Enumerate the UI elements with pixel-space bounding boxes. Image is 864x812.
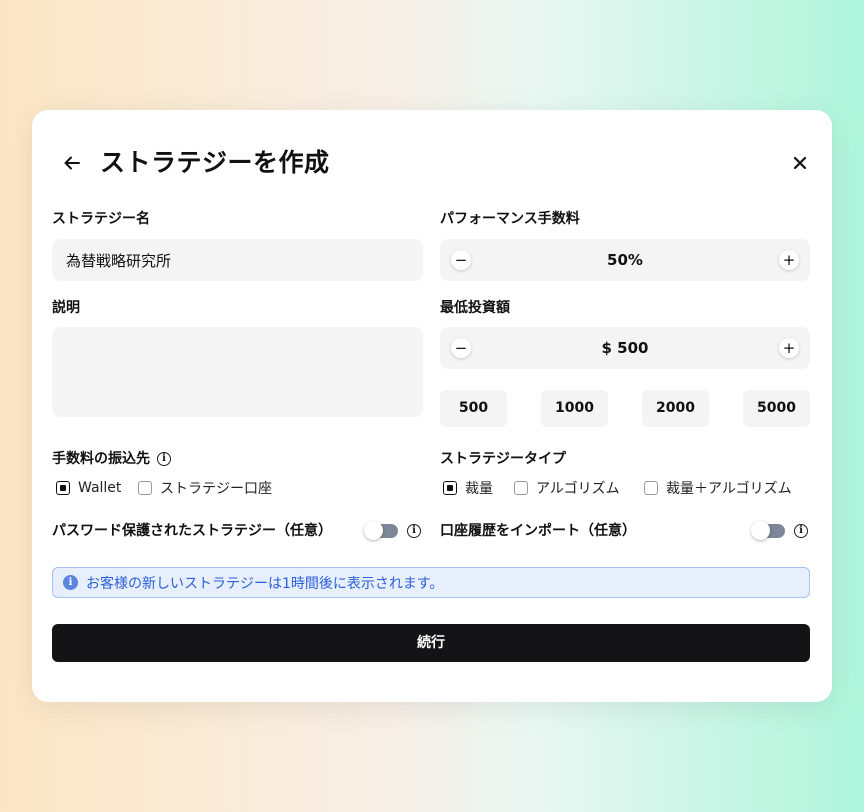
info-icon[interactable]: i (407, 524, 421, 538)
strategy-name-input[interactable] (52, 239, 423, 281)
performance-fee-value[interactable]: 50% (440, 239, 810, 281)
toggle-knob (751, 521, 770, 540)
preset-500-button[interactable]: 500 (440, 390, 507, 427)
preset-5000-button[interactable]: 5000 (743, 390, 810, 427)
info-icon[interactable]: i (794, 524, 808, 538)
checkbox-unchecked[interactable] (644, 481, 658, 495)
arrow-left-icon (64, 156, 80, 170)
info-notice: i お客様の新しいストラテジーは1時間後に表示されます。 (52, 567, 810, 598)
password-protect-label: パスワード保護されたストラテジー（任意） (52, 523, 332, 539)
performance-fee-increase-button[interactable]: + (779, 250, 799, 270)
checkbox-checked[interactable] (56, 481, 70, 495)
notice-text: お客様の新しいストラテジーは1時間後に表示されます。 (86, 575, 444, 592)
performance-fee-label: パフォーマンス手数料 (440, 211, 580, 227)
min-investment-label: 最低投資額 (440, 300, 510, 316)
info-circle-icon: i (63, 575, 78, 590)
close-icon (793, 156, 807, 170)
modal-title: ストラテジーを作成 (100, 148, 330, 177)
import-history-label: 口座履歴をインポート（任意） (440, 523, 636, 539)
performance-fee-stepper: − 50% + (440, 239, 810, 281)
fee-destination-option-wallet[interactable]: Wallet (56, 478, 121, 498)
modal-header: ストラテジーを作成 (52, 146, 812, 180)
strategy-name-label: ストラテジー名 (52, 211, 150, 227)
continue-button[interactable]: 続行 (52, 624, 810, 662)
toggle-knob (364, 521, 383, 540)
fee-destination-label: 手数料の振込先 (52, 451, 150, 467)
create-strategy-modal: ストラテジーを作成 ストラテジー名 説明 パフォーマンス手数料 − 50% + … (32, 110, 832, 702)
option-label: ストラテジー口座 (160, 481, 272, 497)
password-protect-toggle[interactable] (364, 521, 398, 540)
preset-2000-button[interactable]: 2000 (642, 390, 709, 427)
description-textarea[interactable] (52, 327, 423, 417)
strategy-type-option-hybrid[interactable]: 裁量＋アルゴリズム (644, 478, 792, 498)
fee-destination-label-row: 手数料の振込先 i (52, 450, 171, 468)
description-label: 説明 (52, 300, 80, 316)
strategy-type-option-discretionary[interactable]: 裁量 (443, 478, 493, 498)
checkbox-unchecked[interactable] (514, 481, 528, 495)
import-history-toggle[interactable] (751, 521, 785, 540)
min-investment-stepper: − $ 500 + (440, 327, 810, 369)
min-investment-increase-button[interactable]: + (779, 338, 799, 358)
min-investment-value[interactable]: $ 500 (440, 327, 810, 369)
preset-1000-button[interactable]: 1000 (541, 390, 608, 427)
strategy-type-option-algorithm[interactable]: アルゴリズム (514, 478, 620, 498)
option-label: アルゴリズム (536, 481, 620, 497)
checkbox-checked[interactable] (443, 481, 457, 495)
option-label: 裁量＋アルゴリズム (666, 481, 792, 497)
info-icon[interactable]: i (157, 452, 171, 466)
back-button[interactable] (60, 151, 84, 175)
close-button[interactable] (788, 151, 812, 175)
fee-destination-option-strategy-account[interactable]: ストラテジー口座 (138, 478, 272, 498)
checkbox-unchecked[interactable] (138, 481, 152, 495)
strategy-type-label: ストラテジータイプ (440, 451, 566, 467)
option-label: Wallet (78, 480, 122, 496)
option-label: 裁量 (465, 481, 493, 497)
